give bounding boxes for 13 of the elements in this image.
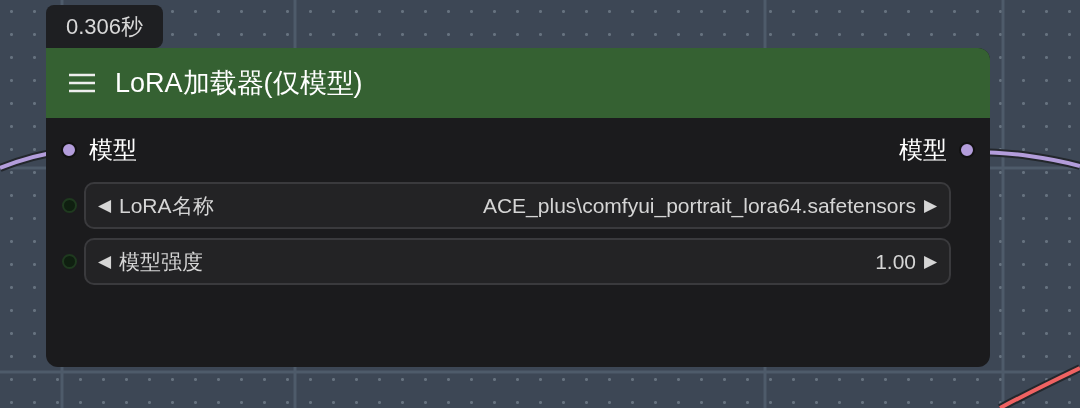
node-title: LoRA加载器(仅模型) — [115, 66, 363, 100]
widget-label: 模型强度 — [119, 248, 203, 275]
widget-field[interactable]: ◀ 模型强度 1.00 ▶ — [84, 238, 951, 285]
widget-field[interactable]: ◀ LoRA名称 ACE_plus\comfyui_portrait_lora64.safetensors ▶ — [84, 182, 951, 229]
menu-icon[interactable] — [69, 73, 95, 93]
output-socket[interactable] — [959, 142, 975, 158]
widget-value: ACE_plus\comfyui_portrait_lora64.safetensors — [482, 192, 916, 220]
output-label: 模型 — [899, 135, 947, 165]
widget-label: LoRA名称 — [119, 192, 214, 219]
widget-value: 1.00 — [875, 248, 916, 275]
input-label: 模型 — [89, 135, 137, 165]
timing-badge: 0.306秒 — [46, 5, 164, 48]
input-socket[interactable] — [61, 142, 77, 158]
